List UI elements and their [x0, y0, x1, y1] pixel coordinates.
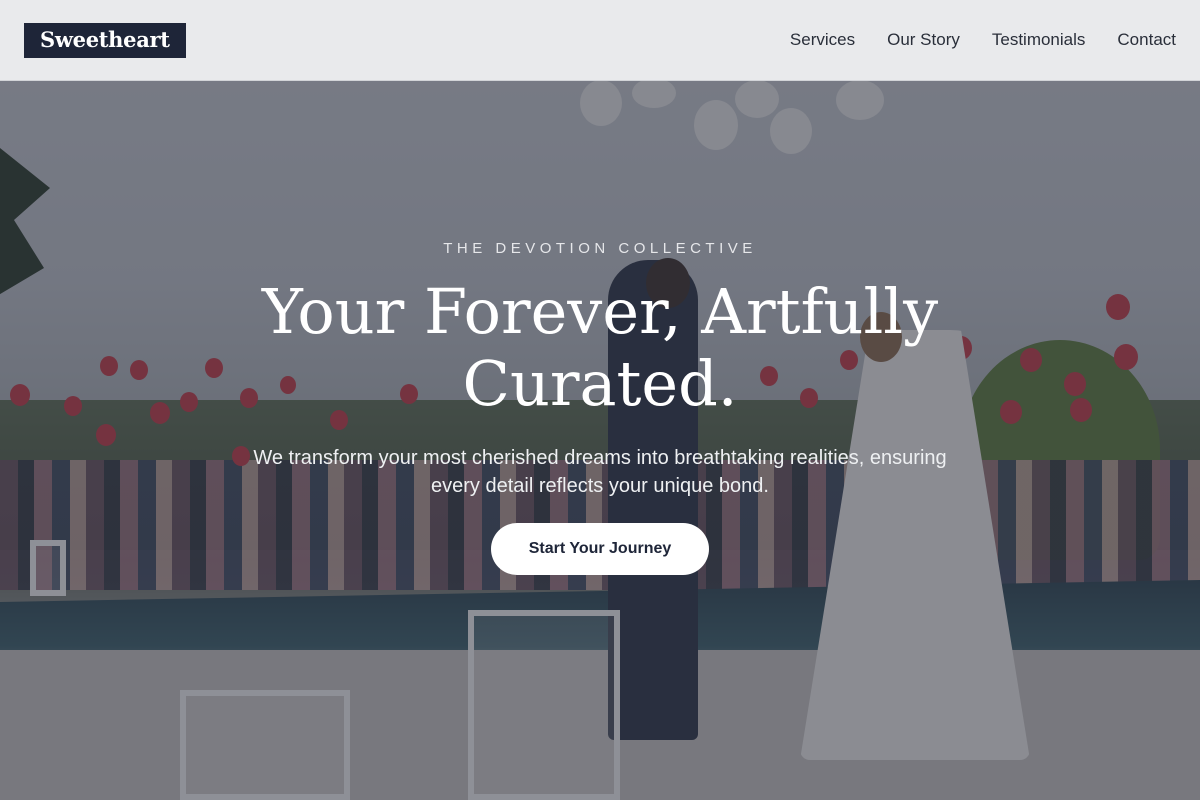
- main-nav: Services Our Story Testimonials Contact: [790, 30, 1176, 50]
- nav-link-testimonials[interactable]: Testimonials: [992, 30, 1086, 50]
- hero-content: THE DEVOTION COLLECTIVE Your Forever, Ar…: [0, 0, 1200, 800]
- hero-headline: Your Forever, Artfully Curated.: [261, 275, 939, 420]
- brand-logo[interactable]: Sweetheart: [24, 22, 186, 58]
- site-header: Sweetheart Services Our Story Testimonia…: [0, 0, 1200, 81]
- nav-link-our-story[interactable]: Our Story: [887, 30, 960, 50]
- nav-link-services[interactable]: Services: [790, 30, 855, 50]
- hero-eyebrow: THE DEVOTION COLLECTIVE: [443, 240, 757, 257]
- nav-link-contact[interactable]: Contact: [1117, 30, 1176, 50]
- start-journey-button[interactable]: Start Your Journey: [491, 523, 709, 575]
- hero-subheadline: We transform your most cherished dreams …: [253, 447, 947, 497]
